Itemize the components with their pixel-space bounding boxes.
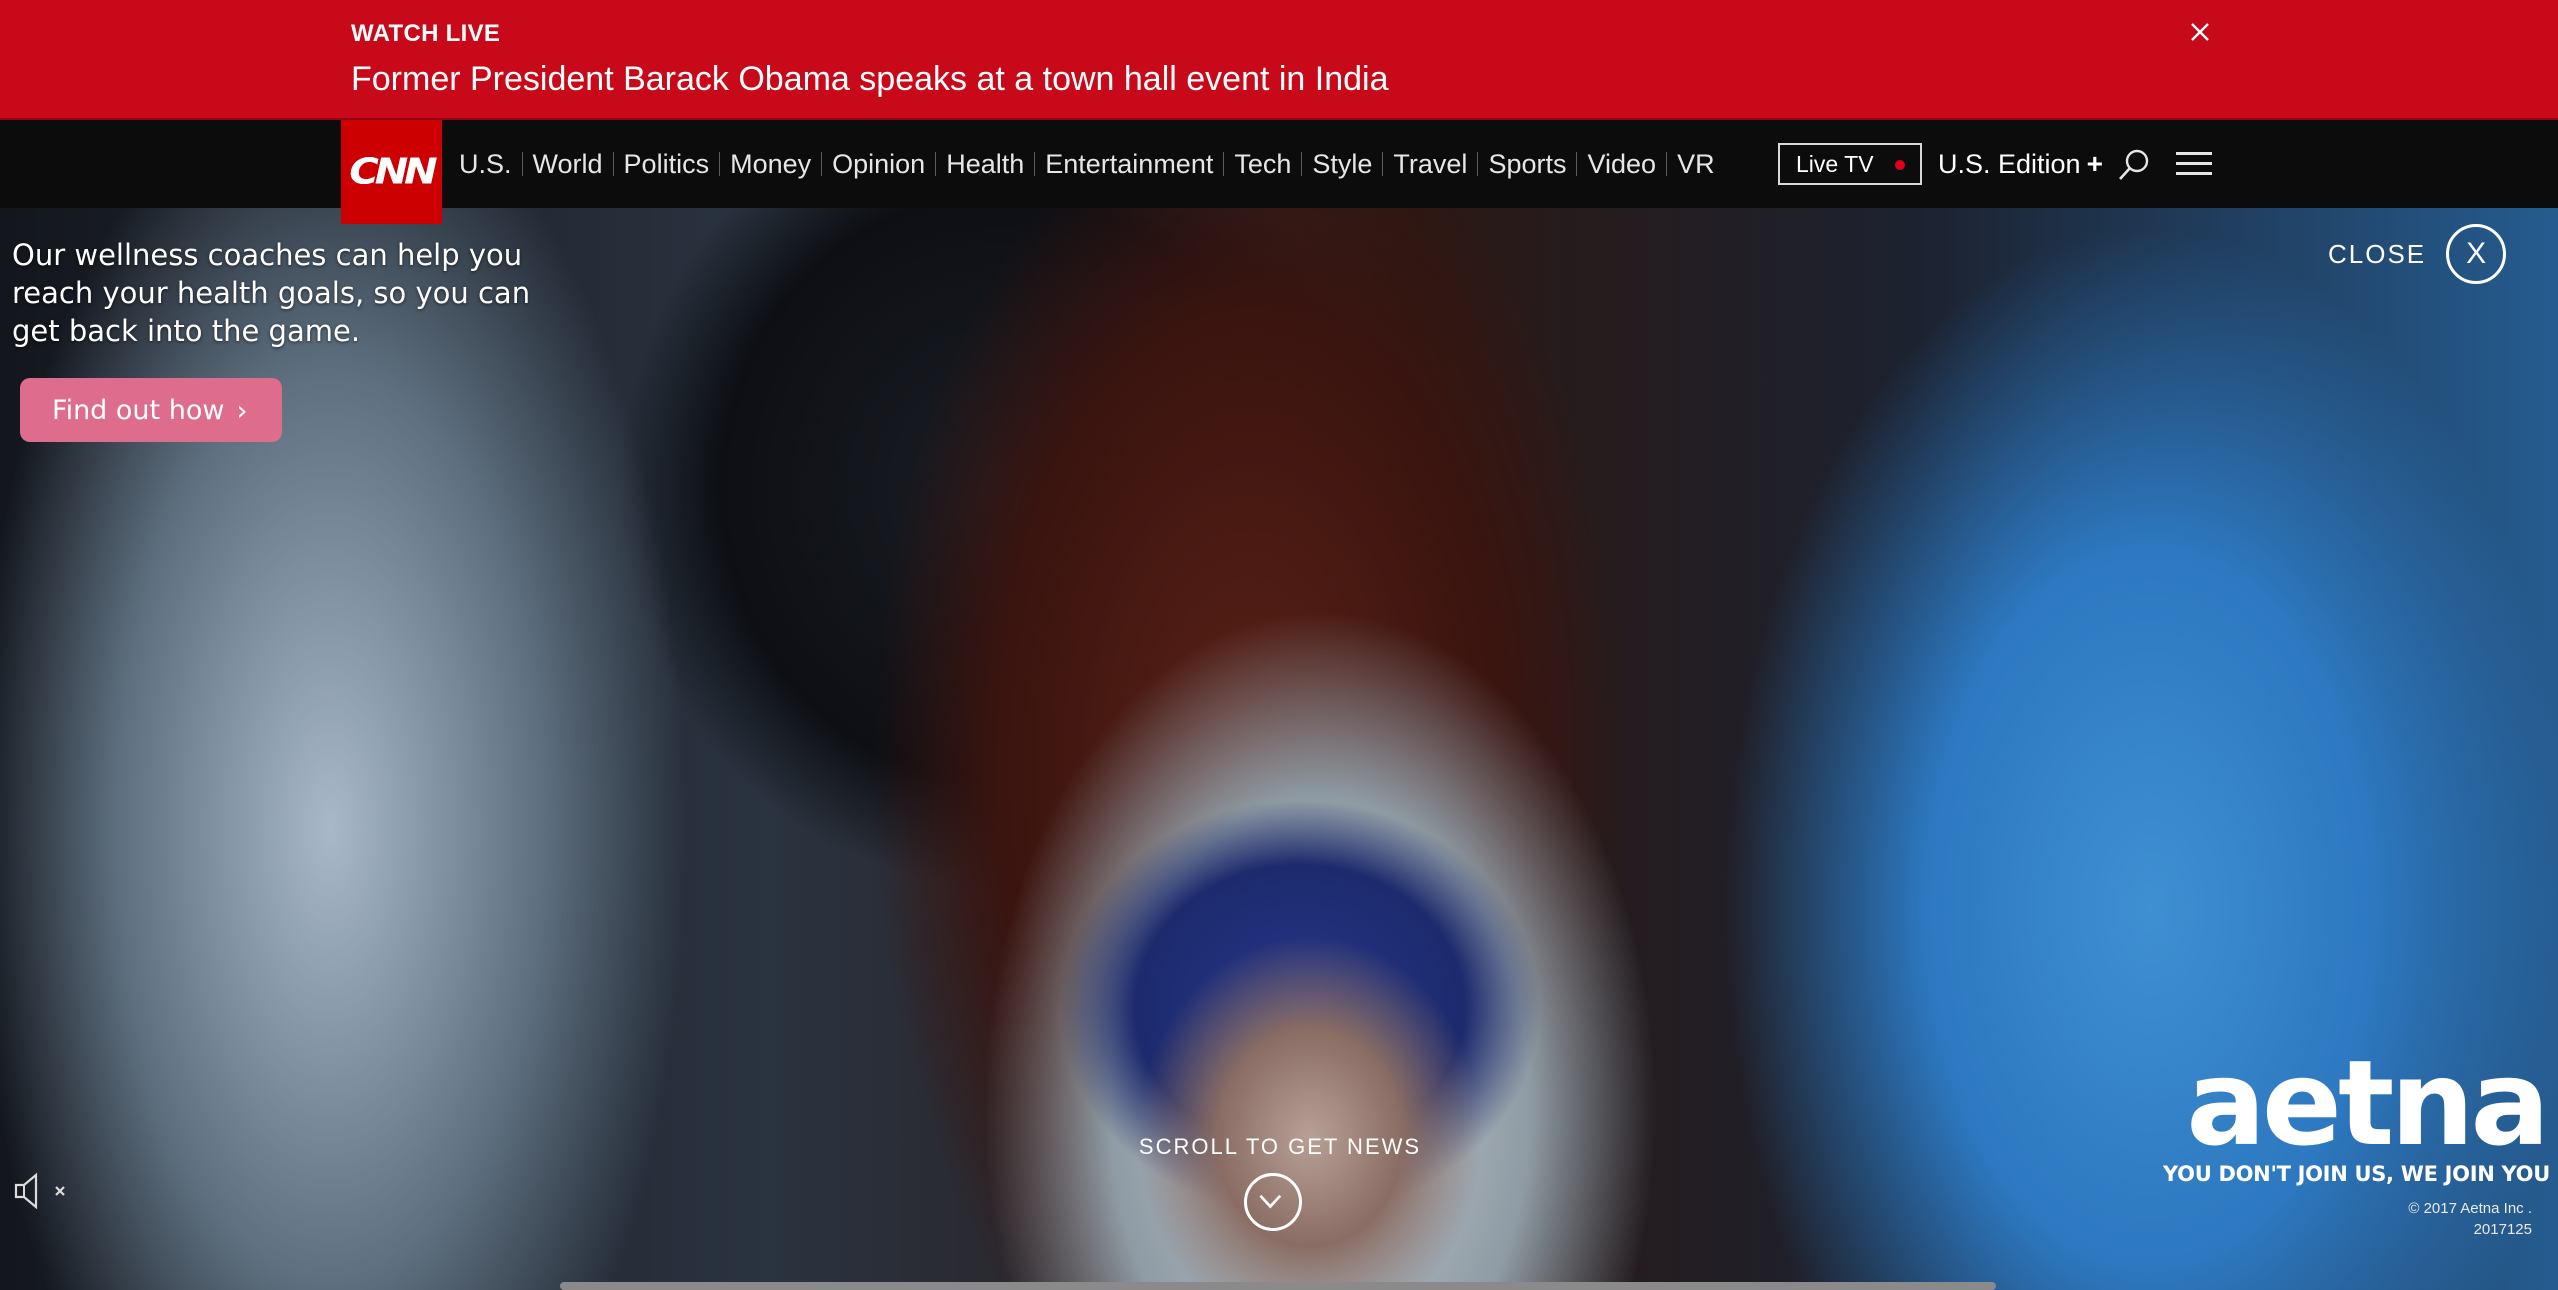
edition-label: U.S. Edition bbox=[1938, 148, 2081, 179]
live-tv-label: Live TV bbox=[1796, 150, 1874, 177]
cnn-logo-text: CNN bbox=[349, 151, 437, 193]
brand-tagline: YOU DON'T JOIN US, WE JOIN YOU bbox=[2163, 1162, 2550, 1186]
live-indicator-dot bbox=[1895, 160, 1905, 170]
cta-label: Find out how bbox=[52, 394, 225, 426]
nav-divider bbox=[521, 152, 523, 176]
brand-copyright: © 2017 Aetna Inc . bbox=[2408, 1200, 2532, 1217]
scroll-to-get-news-label: SCROLL TO GET NEWS bbox=[1138, 1134, 1422, 1159]
nav-link-world[interactable]: World bbox=[533, 149, 603, 180]
close-x-icon: X bbox=[2446, 224, 2507, 284]
video-ad-hero[interactable]: Our wellness coaches can help you reach … bbox=[0, 208, 2558, 1290]
nav-divider bbox=[821, 152, 823, 176]
watch-live-label: WATCH LIVE bbox=[351, 20, 501, 47]
nav-link-health[interactable]: Health bbox=[946, 149, 1024, 180]
live-headline-link[interactable]: Former President Barack Obama speaks at … bbox=[351, 60, 1389, 99]
nav-link-politics[interactable]: Politics bbox=[624, 149, 710, 180]
nav-link-tech[interactable]: Tech bbox=[1234, 149, 1291, 180]
aetna-logo: aetna bbox=[2186, 1034, 2550, 1172]
chevron-right-icon: › bbox=[236, 393, 248, 427]
watch-live-banner[interactable]: WATCH LIVE Former President Barack Obama… bbox=[0, 0, 2558, 120]
nav-divider bbox=[1477, 152, 1479, 176]
nav-link-video[interactable]: Video bbox=[1587, 149, 1656, 180]
cnn-logo[interactable]: CNN bbox=[341, 120, 442, 224]
find-out-how-button[interactable]: Find out how › bbox=[20, 378, 282, 442]
nav-divider bbox=[1034, 152, 1036, 176]
nav-divider bbox=[1223, 152, 1225, 176]
hamburger-menu-icon[interactable] bbox=[2176, 150, 2212, 178]
nav-link-travel[interactable]: Travel bbox=[1393, 149, 1467, 180]
nav-link-vr[interactable]: VR bbox=[1677, 149, 1715, 180]
nav-link-money[interactable]: Money bbox=[730, 149, 811, 180]
search-icon[interactable] bbox=[2116, 147, 2152, 183]
ad-headline: Our wellness coaches can help you reach … bbox=[12, 238, 531, 348]
nav-divider bbox=[719, 152, 721, 176]
chevron-down-icon[interactable] bbox=[1244, 1173, 1302, 1231]
nav-link-us[interactable]: U.S. bbox=[459, 149, 512, 180]
nav-divider bbox=[1301, 152, 1303, 176]
nav-links: U.S. World Politics Money Opinion Health… bbox=[459, 120, 1715, 208]
nav-divider bbox=[612, 152, 614, 176]
close-icon[interactable] bbox=[2182, 14, 2218, 50]
nav-divider bbox=[1382, 152, 1384, 176]
top-navigation: CNN U.S. World Politics Money Opinion He… bbox=[0, 120, 2558, 224]
nav-link-entertainment[interactable]: Entertainment bbox=[1045, 149, 1213, 180]
live-tv-button[interactable]: Live TV bbox=[1778, 143, 1922, 185]
ad-close-label: CLOSE bbox=[2328, 238, 2427, 269]
horizontal-scrollbar[interactable] bbox=[560, 1282, 1996, 1290]
nav-divider bbox=[935, 152, 937, 176]
nav-link-opinion[interactable]: Opinion bbox=[832, 149, 925, 180]
nav-divider bbox=[1666, 152, 1668, 176]
ad-close-button[interactable]: CLOSE X bbox=[2328, 222, 2507, 286]
edition-selector[interactable]: U.S. Edition + bbox=[1938, 120, 2103, 208]
edition-plus-icon: + bbox=[2086, 148, 2103, 179]
brand-code: 2017125 bbox=[2473, 1221, 2532, 1238]
nav-divider bbox=[1576, 152, 1578, 176]
aetna-branding[interactable]: aetna YOU DON'T JOIN US, WE JOIN YOU © 2… bbox=[2150, 1034, 2550, 1238]
speaker-muted-icon[interactable] bbox=[12, 1170, 82, 1212]
nav-link-style[interactable]: Style bbox=[1312, 149, 1372, 180]
nav-link-sports[interactable]: Sports bbox=[1488, 149, 1566, 180]
